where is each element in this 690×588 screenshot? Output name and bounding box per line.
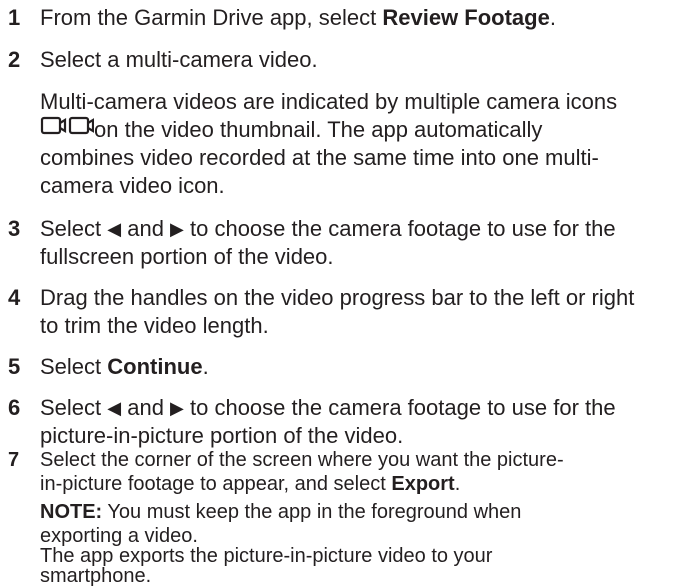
right-arrow-icon: ▶ <box>170 398 184 418</box>
step-number: 7 <box>8 449 20 471</box>
step-description: camera video icon. <box>40 173 225 198</box>
step-number: 3 <box>8 216 21 241</box>
step-text: to trim the video length. <box>40 313 269 338</box>
step-number: 5 <box>8 354 21 379</box>
step-description: Multi-camera videos are indicated by mul… <box>40 89 618 114</box>
step-number: 2 <box>8 47 21 72</box>
step-number: 1 <box>8 5 21 30</box>
review-footage-label: Review Footage <box>382 5 550 30</box>
step-text: Select Continue. <box>40 354 209 379</box>
right-arrow-icon: ▶ <box>170 219 184 239</box>
step-text: fullscreen portion of the video. <box>40 244 334 269</box>
step-text: From the Garmin Drive app, select Review… <box>40 5 556 30</box>
continue-label: Continue <box>107 354 203 379</box>
step-text: in-picture footage to appear, and select… <box>40 473 461 495</box>
step-description: on the video thumbnail. The app automati… <box>40 116 542 144</box>
step-text: Select the corner of the screen where yo… <box>40 449 564 471</box>
note: NOTE: You must keep the app in the foreg… <box>40 501 522 523</box>
step-text: Drag the handles on the video progress b… <box>40 285 635 310</box>
left-arrow-icon: ◀ <box>107 219 122 239</box>
left-arrow-icon: ◀ <box>107 398 122 418</box>
step-result: smartphone. <box>40 565 152 587</box>
step-text: picture-in-picture portion of the video. <box>40 423 404 448</box>
step-text: Select a multi-camera video. <box>40 47 318 72</box>
export-label: Export <box>391 473 455 495</box>
step-number: 6 <box>8 395 21 420</box>
step-text: Select ◀ and ▶ to choose the camera foot… <box>40 216 616 241</box>
multi-camera-icon <box>40 115 95 144</box>
step-description: combines video recorded at the same time… <box>40 145 599 170</box>
instruction-page: 1 From the Garmin Drive app, select Revi… <box>0 0 690 587</box>
note-label: NOTE: <box>40 501 103 523</box>
step-text: Select ◀ and ▶ to choose the camera foot… <box>40 395 616 420</box>
step-number: 4 <box>8 285 21 310</box>
